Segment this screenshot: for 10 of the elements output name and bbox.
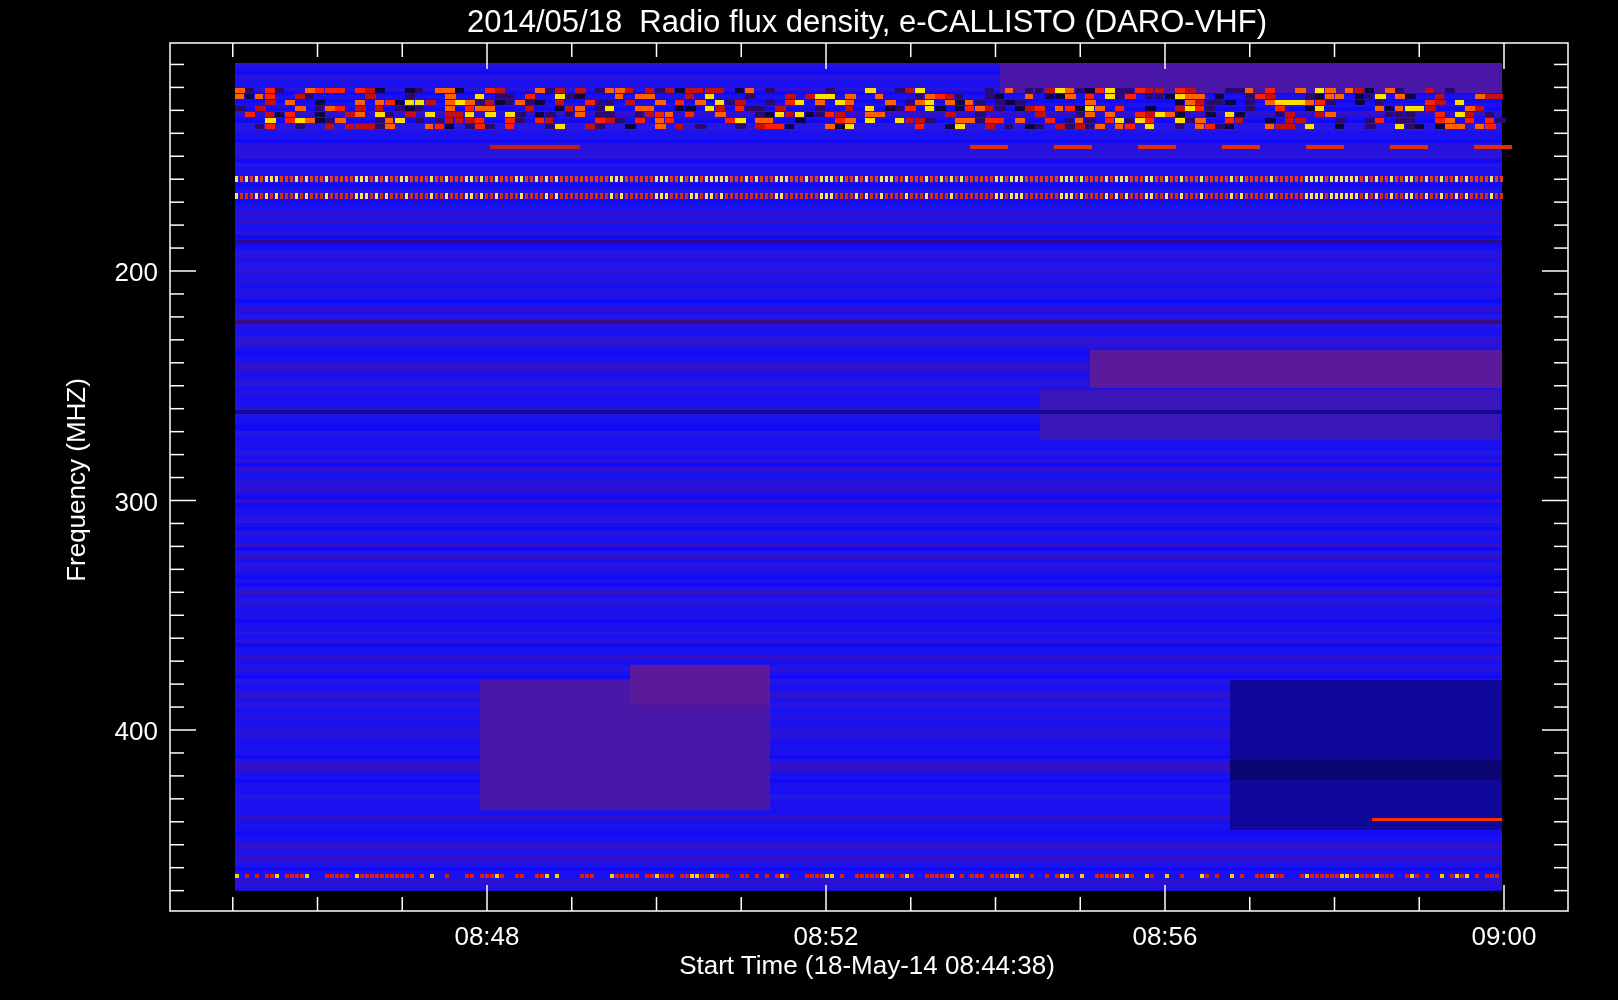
plot-title: 2014/05/18 Radio flux density, e-CALLISTO (DARO-VHF) — [467, 4, 1267, 39]
tick-label: 300 — [114, 486, 158, 517]
tick-label: 08:56 — [1132, 921, 1198, 951]
tick-label: 08:48 — [454, 921, 520, 951]
tick-label: 09:00 — [1471, 921, 1537, 951]
tick-label: 400 — [114, 716, 158, 746]
tick-label: 200 — [114, 257, 158, 287]
tick-label: 08:52 — [793, 921, 859, 951]
axis-label: Start Time (18-May-14 08:44:38) — [679, 950, 1055, 980]
axis-label: Frequency (MHZ) — [61, 378, 91, 582]
